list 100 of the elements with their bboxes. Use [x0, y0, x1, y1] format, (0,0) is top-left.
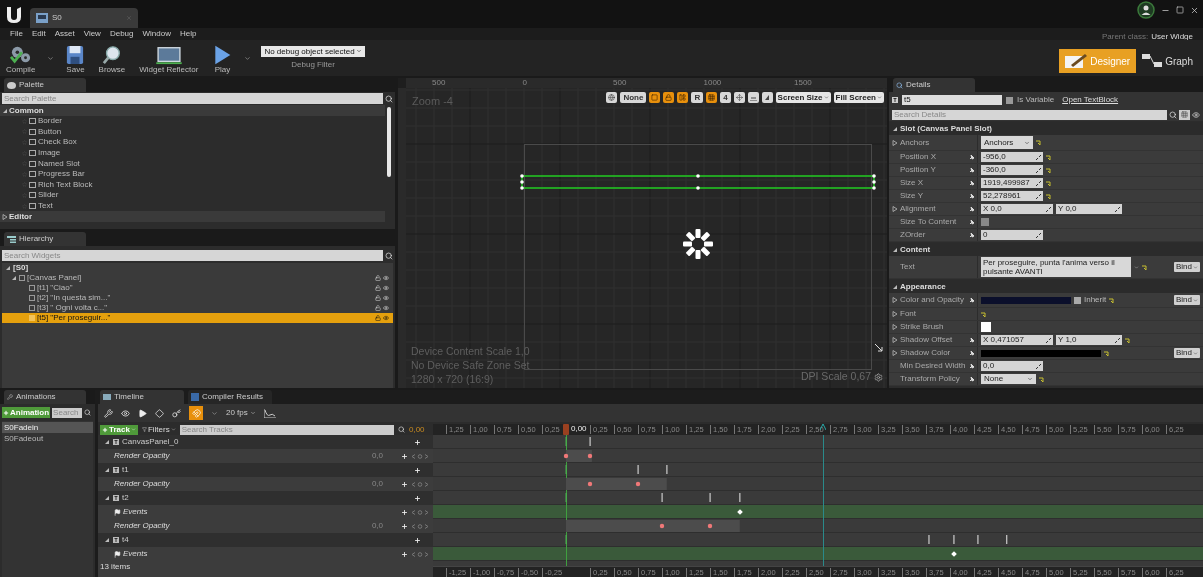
- selected-text-widget[interactable]: [519, 173, 877, 191]
- brush-swatch[interactable]: [981, 322, 991, 332]
- menu-item[interactable]: Asset: [54, 28, 75, 40]
- dropdown-button[interactable]: None: [981, 374, 1036, 384]
- resize-handle-icon[interactable]: [874, 343, 883, 352]
- palette-item[interactable]: Slider: [0, 190, 395, 201]
- collapsed-arrow-icon[interactable]: [892, 311, 898, 317]
- palette-item[interactable]: Image: [0, 147, 395, 159]
- panel-tab[interactable]: Details: [893, 78, 975, 92]
- name-field[interactable]: t5: [902, 95, 1002, 105]
- toolbar-button[interactable]: Browse: [96, 41, 128, 75]
- key-icon[interactable]: [172, 408, 181, 418]
- add-key-icon[interactable]: [414, 494, 421, 502]
- collapsed-arrow-icon[interactable]: [892, 139, 898, 146]
- dropdown-caret-icon[interactable]: [47, 54, 55, 62]
- document-tab[interactable]: S0: [30, 8, 138, 28]
- dropdown-caret-icon[interactable]: [244, 54, 252, 62]
- size-toggle[interactable]: [747, 92, 759, 103]
- maximize-icon[interactable]: [1176, 6, 1184, 14]
- unlock-icon[interactable]: [375, 305, 381, 311]
- move-toggle[interactable]: [733, 92, 745, 103]
- view-options-button[interactable]: [1179, 109, 1190, 120]
- pin-icon[interactable]: [969, 180, 974, 186]
- text-value-field[interactable]: Per proseguire, punta l'anima verso il pulsante AVANTI: [981, 257, 1131, 277]
- expanded-arrow-icon[interactable]: [104, 467, 110, 473]
- tree-item[interactable]: [t1] "Ciao": [2, 283, 393, 293]
- menu-item[interactable]: View: [83, 28, 101, 40]
- number-field[interactable]: Y 0,0: [1056, 204, 1122, 214]
- reset-arrow-icon[interactable]: [981, 311, 986, 317]
- dropdown-button[interactable]: Screen Size: [775, 92, 831, 103]
- panel-tab[interactable]: Compiler Results: [188, 390, 272, 404]
- color-swatch[interactable]: [981, 349, 1101, 357]
- number-field[interactable]: -360,0: [981, 165, 1043, 175]
- collapsed-arrow-icon[interactable]: [2, 213, 8, 220]
- tree-item[interactable]: [S0]: [2, 263, 393, 273]
- category-header[interactable]: Editor: [0, 211, 385, 223]
- play-icon[interactable]: [138, 408, 147, 418]
- menu-item[interactable]: Window: [142, 28, 171, 40]
- track-row[interactable]: Events: [98, 547, 433, 561]
- settings-icon[interactable]: [874, 372, 883, 382]
- expanded-arrow-icon[interactable]: [104, 439, 110, 445]
- add-key-icon[interactable]: [401, 522, 408, 530]
- toolbar-button[interactable]: Play: [210, 41, 235, 75]
- palette-item[interactable]: Rich Text Block: [0, 179, 395, 191]
- eye-icon[interactable]: [121, 408, 130, 418]
- palette-item[interactable]: Text: [0, 200, 395, 212]
- pin-icon[interactable]: [969, 193, 974, 199]
- mode-button[interactable]: Graph: [1136, 49, 1199, 73]
- layout-toggle[interactable]: [677, 92, 689, 103]
- bind-button[interactable]: Bind: [1174, 348, 1200, 358]
- toolbar-toggle[interactable]: None: [620, 92, 647, 103]
- add-key-icon[interactable]: [414, 438, 421, 446]
- pin-icon[interactable]: [969, 232, 974, 238]
- search-icon[interactable]: [385, 251, 393, 260]
- collapsed-arrow-icon[interactable]: [892, 324, 898, 330]
- dropdown-button[interactable]: Anchors: [981, 136, 1033, 149]
- collapsed-arrow-icon[interactable]: [892, 297, 898, 303]
- expanded-arrow-icon[interactable]: [892, 246, 898, 253]
- palette-item[interactable]: Named Slot: [0, 158, 395, 169]
- toolbar-toggle[interactable]: 4: [720, 92, 731, 103]
- eye-icon[interactable]: [383, 315, 389, 321]
- collapsed-arrow-icon[interactable]: [892, 206, 898, 212]
- is-variable-checkbox[interactable]: [1006, 96, 1013, 104]
- palette-item[interactable]: Check Box: [0, 137, 395, 148]
- playhead-handle[interactable]: [563, 424, 569, 435]
- number-field[interactable]: X 0,471057: [981, 335, 1053, 345]
- outline-toggle[interactable]: [649, 92, 661, 103]
- expanded-arrow-icon[interactable]: [11, 275, 17, 281]
- reset-arrow-icon[interactable]: [1046, 180, 1051, 186]
- tree-item[interactable]: [t5] "Per proseguir...": [2, 313, 393, 323]
- dropdown-button[interactable]: Fill Screen: [833, 92, 884, 103]
- search-icon[interactable]: [385, 94, 393, 103]
- fps-dropdown[interactable]: 20 fps: [226, 407, 256, 419]
- open-textblock-link[interactable]: Open TextBlock: [1062, 94, 1119, 106]
- reset-arrow-icon[interactable]: [1109, 297, 1115, 303]
- reset-arrow-icon[interactable]: [1104, 350, 1109, 356]
- pin-icon[interactable]: [969, 154, 974, 160]
- expanded-arrow-icon[interactable]: [2, 107, 8, 114]
- inherit-checkbox[interactable]: [1074, 296, 1081, 304]
- expanded-arrow-icon[interactable]: [104, 495, 110, 501]
- toolbar-button[interactable]: Save: [64, 41, 87, 75]
- number-field[interactable]: 0,0: [981, 361, 1043, 371]
- add-key-icon[interactable]: [401, 480, 408, 488]
- key-diamond-icon[interactable]: [155, 408, 164, 418]
- menu-item[interactable]: Debug: [109, 28, 134, 40]
- reset-arrow-icon[interactable]: [1039, 376, 1044, 382]
- toolbar-toggle[interactable]: R: [691, 92, 704, 103]
- reset-arrow-icon[interactable]: [1046, 167, 1051, 173]
- reset-arrow-icon[interactable]: [1125, 337, 1130, 343]
- add-key-icon[interactable]: [401, 508, 408, 516]
- number-field[interactable]: -956,0: [981, 152, 1043, 162]
- number-field[interactable]: X 0,0: [981, 204, 1053, 214]
- panel-tab[interactable]: Palette: [4, 78, 86, 92]
- reset-arrow-icon[interactable]: [1036, 140, 1041, 145]
- curve-icon[interactable]: [263, 408, 276, 418]
- expanded-arrow-icon[interactable]: [5, 265, 11, 271]
- collapsed-arrow-icon[interactable]: [892, 337, 898, 343]
- tree-item[interactable]: [t3] " Ogni volta c...": [2, 303, 393, 313]
- search-field[interactable]: Search: [52, 407, 83, 418]
- checkbox[interactable]: [981, 218, 989, 226]
